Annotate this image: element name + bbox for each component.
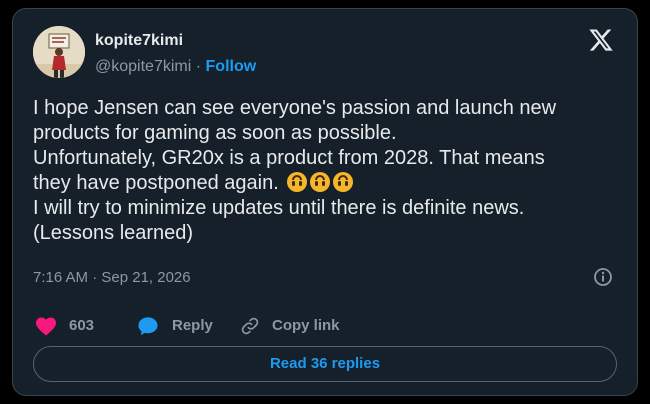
tweet-line: I hope Jensen can see everyone's passion… — [33, 97, 557, 119]
heart-icon — [36, 317, 56, 336]
x-logo-icon[interactable] — [588, 27, 614, 53]
avatar[interactable] — [33, 26, 85, 78]
upside-down-face-emoji — [333, 172, 354, 192]
tweet-line: Unfortunately, GR20x is a product from 2… — [33, 147, 545, 169]
like-count: 603 — [69, 317, 95, 334]
reply-bubble-icon — [138, 317, 158, 336]
separator-dot: · — [195, 58, 202, 75]
tweet-timestamp[interactable]: 7:16 AM · Sep 21, 2026 — [33, 269, 191, 286]
copy-link-label: Copy link — [272, 317, 340, 334]
tweet-line: they have postponed again. — [33, 172, 279, 194]
tweet-line-with-emoji: they have postponed again. — [33, 171, 623, 196]
tweet-line: (Lessons learned) — [33, 222, 194, 244]
upside-down-face-emoji — [287, 172, 308, 192]
read-replies-button[interactable]: Read 36 replies — [33, 346, 617, 382]
follow-button[interactable]: Follow — [206, 58, 257, 75]
upside-down-face-emoji — [310, 172, 331, 192]
tweet-text: I hope Jensen can see everyone's passion… — [33, 96, 623, 246]
tweet-card: kopite7kimi @kopite7kimi · Follow I hope… — [12, 8, 638, 396]
tweet-line: products for gaming as soon as possible. — [33, 122, 397, 144]
link-icon — [241, 317, 259, 335]
author-name[interactable]: kopite7kimi — [95, 32, 183, 50]
reply-label: Reply — [172, 317, 213, 334]
info-icon[interactable] — [593, 267, 613, 287]
author-handle-row: @kopite7kimi · Follow — [95, 58, 256, 76]
tweet-line: I will try to minimize updates until the… — [33, 197, 525, 219]
author-handle[interactable]: @kopite7kimi — [95, 58, 191, 75]
